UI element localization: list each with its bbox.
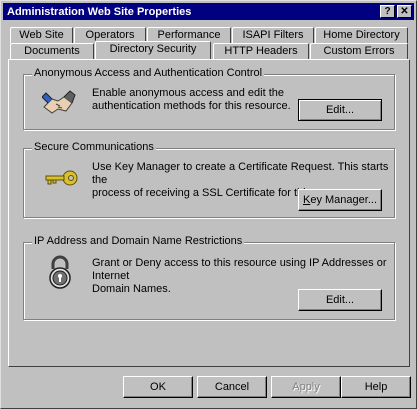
padlock-icon (49, 255, 71, 289)
button-label: Help (364, 381, 388, 393)
ip-restrictions-group: IP Address and Domain Name Restrictions … (23, 235, 395, 320)
close-title-button[interactable]: ✕ (397, 5, 412, 18)
tab-custom-errors[interactable]: Custom Errors (310, 43, 408, 59)
tab-home-directory[interactable]: Home Directory (315, 27, 408, 43)
group-title: Anonymous Access and Authentication Cont… (32, 67, 265, 79)
handshake-icon (42, 90, 76, 114)
button-label: Edit... (325, 294, 355, 306)
description-line: Grant or Deny access to this resource us… (92, 257, 387, 282)
button-label: OK (150, 381, 166, 393)
window-title: Administration Web Site Properties (7, 5, 192, 18)
button-label: ey Manager... (310, 194, 377, 206)
title-bar[interactable]: Administration Web Site Properties ? ✕ (3, 3, 414, 20)
tab-label: Home Directory (323, 29, 400, 41)
directory-security-panel: Anonymous Access and Authentication Cont… (8, 59, 410, 367)
properties-dialog: Administration Web Site Properties ? ✕ W… (0, 0, 417, 409)
tab-label: Custom Errors (323, 45, 395, 57)
description-line: authentication methods for this resource… (92, 100, 291, 112)
apply-button[interactable]: Apply (271, 376, 341, 398)
tab-http-headers[interactable]: HTTP Headers (213, 43, 309, 59)
tab-label: Performance (157, 29, 221, 41)
tab-label: ISAPI Filters (242, 29, 304, 41)
cancel-button[interactable]: Cancel (197, 376, 267, 398)
anonymous-access-group: Anonymous Access and Authentication Cont… (23, 67, 395, 130)
group-title: Secure Communications (32, 141, 156, 153)
tab-isapi-filters[interactable]: ISAPI Filters (232, 27, 314, 43)
help-button[interactable]: Help (341, 376, 411, 398)
group-title: IP Address and Domain Name Restrictions (32, 235, 245, 247)
help-title-button[interactable]: ? (380, 5, 395, 18)
question-icon: ? (384, 5, 391, 17)
tab-label: Documents (24, 45, 80, 57)
tab-label: Operators (85, 29, 135, 41)
anonymous-description: Enable anonymous access and edit the aut… (92, 87, 291, 113)
tab-web-site[interactable]: Web Site (10, 27, 73, 43)
description-line: Enable anonymous access and edit the (92, 87, 285, 99)
tab-documents[interactable]: Documents (10, 43, 94, 59)
ok-button[interactable]: OK (123, 376, 193, 398)
ip-edit-button[interactable]: Edit... (298, 289, 382, 311)
tab-label: HTTP Headers (224, 45, 298, 57)
key-icon (45, 170, 78, 186)
tab-label: Directory Security (109, 43, 197, 55)
tab-label: Web Site (19, 29, 64, 41)
secure-communications-group: Secure Communications Use Key Manager to… (23, 141, 395, 218)
anonymous-edit-button[interactable]: Edit... (298, 99, 382, 121)
tab-directory-security[interactable]: Directory Security (95, 41, 211, 59)
description-line: Use Key Manager to create a Certificate … (92, 161, 389, 186)
key-manager-button[interactable]: Key Manager... (298, 189, 382, 211)
button-label: Edit... (325, 104, 355, 116)
close-icon: ✕ (400, 5, 409, 17)
button-label: Apply (292, 381, 320, 393)
button-label: Cancel (214, 381, 250, 393)
